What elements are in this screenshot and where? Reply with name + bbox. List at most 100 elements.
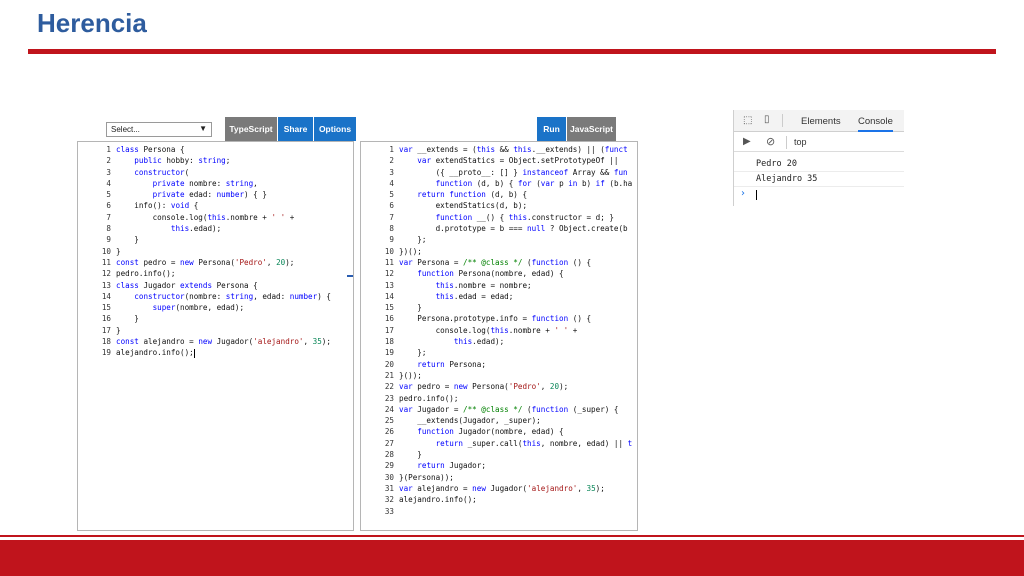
code-line: 10}: [78, 246, 331, 257]
code-token: ,: [253, 178, 258, 188]
code-token: edad:: [189, 190, 217, 200]
line-number: 2: [106, 156, 111, 166]
line-number: 31: [384, 483, 394, 493]
line-number: 14: [384, 291, 394, 301]
code-token: var: [399, 483, 418, 493]
slide-title: Herencia: [37, 8, 147, 38]
code-token: alejandro.info();: [116, 348, 194, 358]
code-line: 4 function (d, b) { for (var p in b) if …: [361, 178, 632, 189]
code-line: 7 function __() { this.constructor = d; …: [361, 212, 632, 223]
code-line: 12 function Persona(nombre, edad) {: [361, 268, 632, 279]
console-input-caret[interactable]: [756, 190, 757, 200]
tab-console[interactable]: Console: [858, 116, 893, 132]
code-line: 32 alejandro.info();: [361, 494, 632, 505]
tab-elements[interactable]: Elements: [801, 116, 841, 127]
code-token: const: [116, 257, 144, 267]
code-token: in: [568, 178, 582, 188]
code-line: 5 return function (d, b) {: [361, 189, 632, 200]
code-token: this: [435, 291, 454, 301]
code-token: null: [527, 224, 550, 234]
code-token: function: [531, 314, 573, 324]
title-divider: [28, 49, 996, 54]
code-token: );: [285, 257, 295, 267]
code-token: public: [134, 156, 167, 166]
code-token: }: [116, 246, 121, 256]
line-number: 4: [106, 178, 111, 188]
share-button[interactable]: Share: [278, 117, 313, 141]
code-token: , edad:: [253, 291, 290, 301]
code-token: constructor: [134, 291, 185, 301]
code-token: .nombre +: [508, 325, 555, 335]
code-token: var: [399, 145, 418, 154]
run-button[interactable]: Run: [537, 117, 566, 141]
line-number: 7: [106, 212, 111, 222]
code-token: }());: [399, 370, 422, 380]
code-token: this: [513, 145, 532, 154]
code-token: ,: [577, 483, 587, 493]
code-token: .edad);: [472, 337, 505, 347]
code-token: function: [417, 269, 459, 279]
context-selector[interactable]: top: [794, 137, 807, 147]
code-token: {: [189, 201, 199, 211]
code-token: for: [517, 178, 537, 188]
code-token: fun: [613, 167, 628, 177]
code-token: const: [116, 337, 144, 347]
code-token: 20: [549, 382, 560, 392]
code-line: 12 pedro.info();: [78, 268, 331, 279]
line-number: 12: [101, 269, 111, 279]
code-token: (nombre:: [184, 291, 226, 301]
line-number: 11: [384, 257, 394, 267]
devtools-tabbar: ⬚ ▯ Elements Console: [734, 110, 904, 132]
line-number: 25: [384, 416, 394, 426]
code-token: var: [399, 404, 418, 414]
code-token: Array &&: [572, 167, 614, 177]
line-number: 19: [101, 348, 111, 358]
code-token: this: [522, 438, 541, 448]
code-token: pedro.info();: [399, 393, 459, 403]
line-number: 7: [389, 212, 394, 222]
code-token: .__extends) || (: [531, 145, 605, 154]
code-token: function: [435, 178, 477, 188]
code-token: Persona(nombre, edad) {: [458, 269, 564, 279]
code-token: (b.ha: [609, 178, 633, 188]
console-divider: [734, 186, 904, 187]
code-token: function: [531, 404, 573, 414]
code-token: function: [417, 427, 459, 437]
code-line: 11 const pedro = new Persona('Pedro', 20)…: [78, 257, 331, 268]
inspect-element-icon[interactable]: ⬚: [743, 115, 752, 126]
sidebar-toggle-icon[interactable]: ▶: [743, 136, 751, 147]
code-token: ,: [303, 337, 313, 347]
typescript-button[interactable]: TypeScript: [225, 117, 277, 141]
options-button[interactable]: Options: [314, 117, 356, 141]
code-token: ? Object.create(b: [549, 224, 628, 234]
example-select[interactable]: Select... ▼: [106, 122, 212, 137]
javascript-output-editor[interactable]: 1 var __extends = (this && this.__extends…: [360, 141, 638, 531]
code-line: 21}());: [361, 370, 632, 381]
line-number: 28: [384, 450, 394, 460]
code-line: 8 this.edad);: [78, 223, 331, 234]
line-number: 23: [384, 393, 394, 403]
line-number: 8: [389, 224, 394, 234]
typescript-editor[interactable]: 1 class Persona {2 public hobby: string; 3…: [77, 141, 354, 531]
code-token: ' ': [271, 212, 286, 222]
clear-console-icon[interactable]: ⊘: [766, 135, 775, 148]
code-line: 15 super(nombre, edad);: [78, 302, 331, 313]
code-token: info():: [116, 201, 171, 211]
code-line: 3 constructor(: [78, 167, 331, 178]
line-number: 20: [384, 359, 394, 369]
code-line: 13 this.nombre = nombre;: [361, 280, 632, 291]
code-token: this: [207, 212, 226, 222]
code-token: (_super) {: [572, 404, 619, 414]
javascript-button[interactable]: JavaScript: [567, 117, 616, 141]
code-token: private: [152, 178, 190, 188]
code-line: 31 var alejandro = new Jugador('alejandro…: [361, 483, 632, 494]
code-token: 'Pedro': [508, 382, 541, 392]
code-token: .constructor = d; }: [527, 212, 614, 222]
code-line: 24 var Jugador = /** @class */ (function …: [361, 404, 632, 415]
editor-splitter[interactable]: [347, 275, 353, 277]
line-number: 3: [106, 167, 111, 177]
code-token: +: [285, 212, 295, 222]
device-toolbar-icon[interactable]: ▯: [764, 114, 770, 125]
code-token: 'alejandro': [527, 483, 578, 493]
